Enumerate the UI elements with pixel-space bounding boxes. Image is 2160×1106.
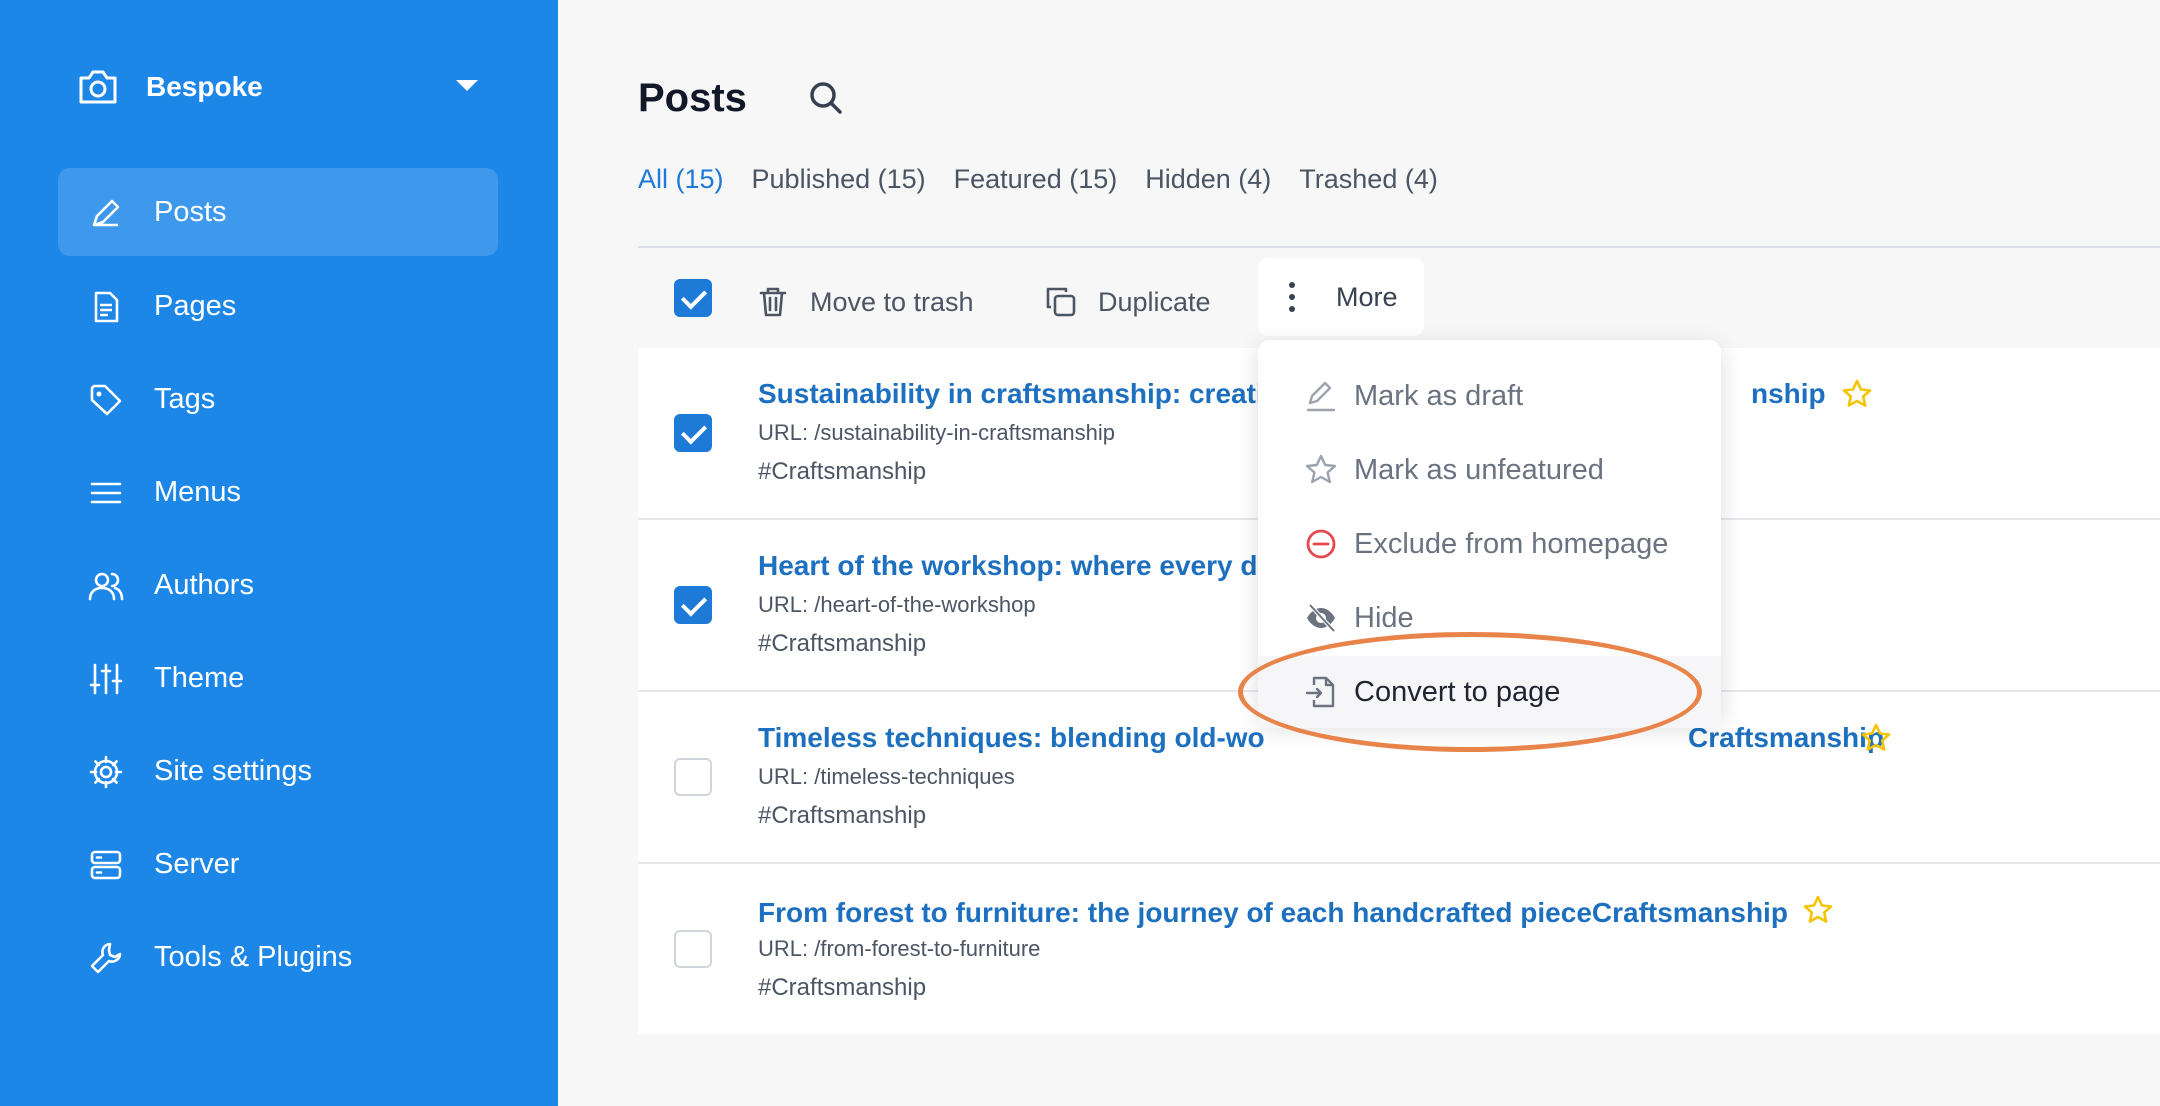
camera-icon (76, 65, 120, 109)
pencil-underline-icon (1306, 381, 1336, 412)
tab-all[interactable]: All (15) (638, 164, 724, 195)
server-icon (90, 850, 122, 880)
pencil-icon (92, 199, 120, 227)
minus-circle-icon (1306, 529, 1336, 559)
post-url: URL: /timeless-techniques (758, 764, 1015, 789)
menu-lines-icon (90, 482, 122, 504)
post-tag: #Craftsmanship (758, 974, 927, 1001)
post-title-link[interactable]: From forest to furniture: the journey of… (758, 894, 1834, 929)
post-title-tail: nship (1751, 378, 1826, 409)
post-tag: #Craftsmanship (758, 630, 927, 657)
move-to-trash-label: Move to trash (810, 286, 974, 317)
post-title-link[interactable]: Heart of the workshop: where every de (758, 550, 1273, 582)
menu-item-mark-as-draft[interactable]: Mark as draft (1258, 360, 1721, 432)
gear-icon (89, 755, 123, 789)
tab-published[interactable]: Published (15) (752, 164, 926, 195)
move-to-trash-button[interactable]: Move to trash (756, 276, 974, 328)
more-button[interactable]: More (1258, 258, 1424, 336)
sidebar-item-menus[interactable]: Menus (58, 448, 498, 536)
post-title: Heart of the workshop: where every de (758, 550, 1274, 581)
post-title: Sustainability in craftsmanship: creati (758, 378, 1264, 409)
wrench-icon (90, 942, 122, 974)
post-title-link[interactable]: Timeless techniques: blending old-wo Craf… (758, 722, 1891, 754)
sidebar-item-label: Site settings (154, 754, 312, 787)
menu-item-label: Convert to page (1354, 675, 1561, 708)
vertical-dots-icon (1289, 282, 1295, 312)
sidebar-item-site-settings[interactable]: Site settings (58, 727, 498, 815)
tab-trashed[interactable]: Trashed (4) (1299, 164, 1438, 195)
sidebar-item-authors[interactable]: Authors (58, 541, 498, 629)
menu-item-label: Mark as unfeatured (1354, 453, 1604, 486)
menu-item-label: Exclude from homepage (1354, 527, 1669, 560)
menu-item-hide[interactable]: Hide (1258, 582, 1721, 654)
sidebar-item-label: Authors (154, 568, 254, 601)
menu-item-label: Mark as draft (1354, 379, 1524, 412)
post-url: URL: /heart-of-the-workshop (758, 592, 1036, 617)
eye-slash-icon (1307, 603, 1336, 633)
star-icon[interactable] (1860, 722, 1892, 754)
sliders-icon (89, 663, 123, 695)
sidebar-item-tags[interactable]: Tags (58, 355, 498, 443)
page-title: Posts (638, 76, 747, 120)
post-title: From forest to furniture: the journey of… (758, 897, 1788, 928)
post-tag: #Craftsmanship (758, 802, 927, 829)
sidebar-item-label: Posts (154, 195, 227, 228)
search-icon[interactable] (806, 78, 846, 118)
document-icon (94, 291, 119, 323)
post-url: URL: /sustainability-in-craftsmanship (758, 420, 1116, 445)
sidebar-item-pages[interactable]: Pages (58, 262, 498, 350)
file-import-icon (1305, 676, 1335, 708)
more-dropdown-menu: Mark as draft Mark as unfeatured Exclude… (1258, 340, 1721, 728)
copy-icon (1046, 287, 1076, 317)
duplicate-label: Duplicate (1098, 286, 1211, 317)
tab-hidden[interactable]: Hidden (4) (1145, 164, 1271, 195)
post-url: URL: /from-forest-to-furniture (758, 936, 1041, 961)
select-all-checkbox[interactable] (674, 279, 712, 317)
sidebar-item-label: Tools & Plugins (154, 940, 353, 973)
users-icon (88, 572, 124, 601)
star-icon[interactable] (1841, 378, 1873, 410)
site-switcher[interactable]: Bespoke (76, 62, 486, 112)
tab-featured[interactable]: Featured (15) (954, 164, 1118, 195)
row-checkbox[interactable] (674, 586, 712, 624)
menu-item-convert-to-page[interactable]: Convert to page (1258, 656, 1721, 728)
sidebar-item-label: Theme (154, 661, 245, 694)
sidebar-item-label: Server (154, 847, 240, 880)
menu-item-label: Hide (1354, 601, 1414, 634)
post-title: Timeless techniques: blending old-wo (758, 722, 1265, 753)
more-label: More (1336, 281, 1398, 312)
row-checkbox[interactable] (674, 414, 712, 452)
sidebar-item-tools-plugins[interactable]: Tools & Plugins (58, 913, 498, 1001)
star-icon[interactable] (1802, 894, 1834, 926)
post-title-link[interactable]: Sustainability in craftsmanship: creati n… (758, 378, 1872, 410)
sidebar-item-label: Tags (154, 382, 216, 415)
row-checkbox[interactable] (674, 930, 712, 968)
menu-item-mark-as-unfeatured[interactable]: Mark as unfeatured (1258, 434, 1721, 506)
sidebar-item-label: Pages (154, 289, 237, 322)
table-row[interactable]: From forest to furniture: the journey of… (638, 864, 2160, 1036)
sidebar-item-posts[interactable]: Posts (58, 168, 498, 256)
row-checkbox[interactable] (674, 758, 712, 796)
menu-item-exclude-from-homepage[interactable]: Exclude from homepage (1258, 508, 1721, 580)
duplicate-button[interactable]: Duplicate (1044, 276, 1211, 328)
sidebar-item-server[interactable]: Server (58, 820, 498, 908)
divider (638, 246, 2160, 248)
chevron-down-icon[interactable] (456, 80, 478, 91)
post-tag: #Craftsmanship (758, 458, 927, 485)
tag-icon (90, 384, 122, 416)
sidebar: Bespoke Posts Pages Tags Menus Authors T… (0, 0, 558, 1106)
trash-icon (759, 287, 787, 317)
site-name: Bespoke (146, 71, 263, 102)
sidebar-item-theme[interactable]: Theme (58, 634, 498, 722)
sidebar-item-label: Menus (154, 475, 242, 508)
filter-tabs: All (15) Published (15) Featured (15) Hi… (638, 164, 1438, 195)
star-outline-icon (1305, 454, 1337, 484)
